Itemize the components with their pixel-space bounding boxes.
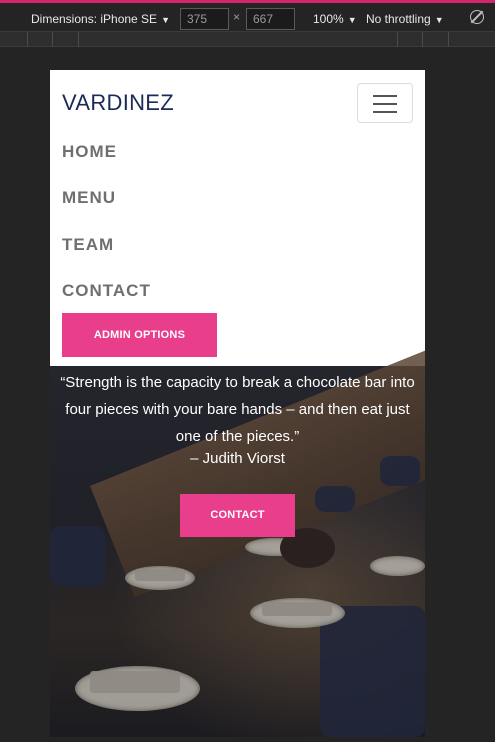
throttling-label: No throttling <box>366 12 431 26</box>
dimension-separator: × <box>233 10 241 24</box>
nav-link-team[interactable]: TEAM <box>62 235 114 255</box>
devtools-device-toolbar: Dimensions: iPhone SE ▼ 375 × 667 100% ▼ N… <box>0 0 495 32</box>
nav-link-menu[interactable]: MENU <box>62 188 116 208</box>
throttling-selector[interactable]: No throttling ▼ <box>366 9 444 29</box>
admin-options-button[interactable]: ADMIN OPTIONS <box>62 313 217 357</box>
hamburger-icon[interactable] <box>357 83 413 123</box>
chevron-down-icon: ▼ <box>161 15 170 25</box>
media-query-ruler <box>0 32 495 47</box>
contact-button[interactable]: CONTACT <box>180 494 295 537</box>
navbar: VARDINEZ HOME MENU TEAM CONTACT ADMIN OP… <box>50 70 425 366</box>
nav-link-contact[interactable]: CONTACT <box>62 281 151 301</box>
rotate-icon[interactable] <box>470 10 484 24</box>
brand-logo[interactable]: VARDINEZ <box>62 90 174 116</box>
device-label: Dimensions: iPhone SE <box>31 12 158 26</box>
chevron-down-icon: ▼ <box>347 15 357 25</box>
hero-section: “Strength is the capacity to break a cho… <box>50 328 425 737</box>
height-input[interactable]: 667 <box>246 8 295 30</box>
hero-quote: “Strength is the capacity to break a cho… <box>60 374 415 445</box>
chevron-down-icon: ▼ <box>434 15 444 25</box>
width-input[interactable]: 375 <box>180 8 229 30</box>
zoom-label: 100% <box>313 12 344 26</box>
device-selector[interactable]: Dimensions: iPhone SE ▼ <box>31 9 170 29</box>
quote-author: – Judith Viorst <box>190 450 285 467</box>
nav-link-home[interactable]: HOME <box>62 142 117 162</box>
device-viewport: VARDINEZ HOME MENU TEAM CONTACT ADMIN OP… <box>50 70 425 737</box>
zoom-selector[interactable]: 100% ▼ <box>313 9 357 29</box>
